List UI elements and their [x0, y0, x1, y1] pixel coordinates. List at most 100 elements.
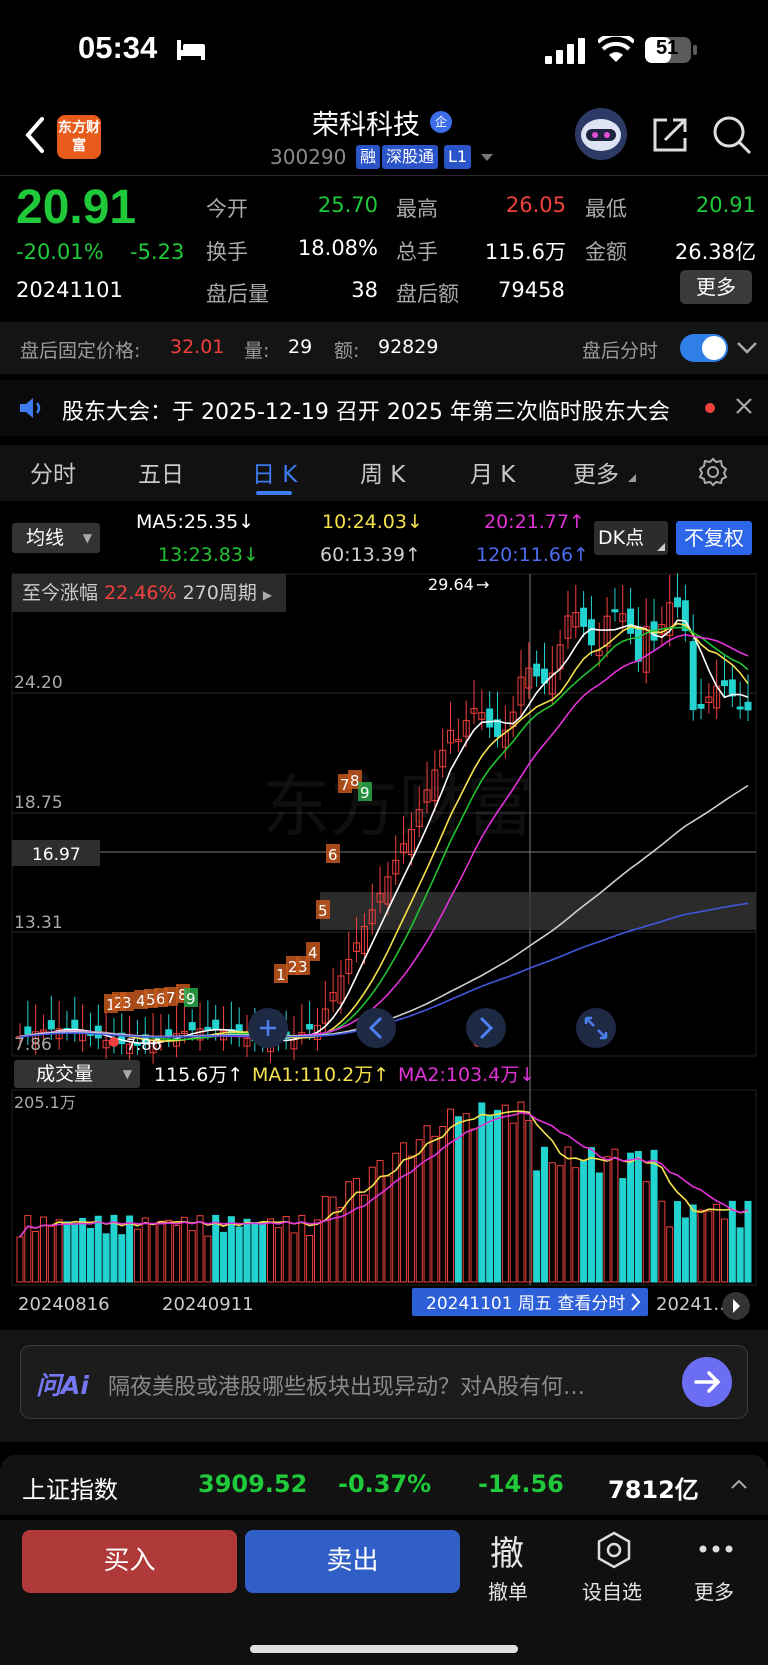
candle-body — [674, 597, 682, 608]
ma120-value: 120:11.66↑ — [476, 544, 589, 566]
candle-body — [533, 663, 541, 677]
gear-icon[interactable] — [698, 457, 728, 487]
expand-icon[interactable] — [576, 1008, 616, 1048]
volume-bar — [118, 1234, 126, 1283]
candle-body — [212, 1019, 220, 1031]
chevron-down-icon[interactable] — [736, 340, 758, 356]
ai-prompt-text[interactable]: 隔夜美股或港股哪些板块出现异动？对A股有何… — [108, 1369, 668, 1401]
volume-bar — [572, 1167, 580, 1283]
wifi-icon — [598, 36, 634, 62]
select-arrow-icon: ▼ — [82, 531, 92, 545]
ai-send-button[interactable] — [682, 1357, 732, 1407]
volume-bar — [556, 1165, 564, 1283]
volume-bar — [705, 1210, 713, 1283]
candle-body — [306, 1023, 314, 1030]
volume-bar — [79, 1217, 87, 1283]
arrow-right-icon — [694, 1371, 721, 1393]
watchlist-icon[interactable] — [594, 1530, 634, 1570]
volume-bar — [674, 1201, 682, 1283]
tab-five-day[interactable]: 五日 — [138, 455, 184, 489]
notice-text[interactable]: 股东大会：于 2025-12-19 召开 2025 年第三次临时股东大会 — [62, 394, 670, 426]
cancel-order-icon[interactable]: 撤 — [490, 1526, 524, 1575]
volume-bar — [243, 1218, 251, 1283]
more-quote-button[interactable]: 更多 — [680, 270, 752, 304]
index-amount: 7812亿 — [608, 1476, 699, 1504]
index-value: 3909.52 — [198, 1470, 308, 1498]
volume-bar — [71, 1223, 79, 1283]
volume-bar — [266, 1218, 274, 1283]
no-adjust-button[interactable]: 不复权 — [676, 521, 752, 555]
volume-bar — [384, 1175, 392, 1283]
y-label-2: 18.75 — [14, 793, 63, 813]
td-marker: 9 — [184, 988, 198, 1008]
candle-body — [697, 703, 705, 709]
candle-body — [204, 1026, 212, 1030]
volume-bar — [580, 1160, 588, 1283]
tab-daily-k[interactable]: 日 K — [252, 455, 297, 489]
battery-icon: 51 — [644, 36, 700, 64]
chevron-up-icon[interactable] — [730, 1478, 748, 1490]
sell-button[interactable]: 卖出 — [245, 1530, 460, 1593]
y-label-top: 24.20 — [14, 673, 63, 693]
tab-more[interactable]: 更多 — [573, 455, 619, 489]
search-icon[interactable] — [712, 115, 752, 155]
watermark: 东方财富 — [262, 768, 534, 847]
td-number: 3 — [122, 994, 132, 1012]
volume-bar — [681, 1217, 689, 1283]
volume-bar — [415, 1139, 423, 1283]
volume-bar — [744, 1200, 752, 1283]
volume-bar — [313, 1219, 321, 1283]
after-amt-value: 92829 — [378, 336, 439, 358]
dropdown-icon[interactable] — [480, 153, 494, 162]
tag-level: L1 — [444, 145, 472, 169]
ma20-value: 20:21.77↑ — [484, 511, 585, 533]
volume-select-label: 成交量 — [36, 1063, 94, 1085]
quote-date: 20241101 — [16, 278, 123, 302]
volume-bar — [431, 1135, 439, 1283]
dk-point-button[interactable]: DK点 — [594, 521, 668, 555]
cancel-order-label[interactable]: 撤单 — [488, 1576, 528, 1605]
since-gain-period: 270周期 — [182, 582, 257, 604]
volume-bar — [274, 1227, 282, 1283]
candle-body — [47, 1020, 55, 1030]
share-icon[interactable] — [651, 116, 689, 154]
close-icon[interactable] — [735, 397, 753, 415]
volume-bar — [126, 1215, 134, 1283]
candle-body — [580, 607, 588, 627]
volume-bar — [721, 1218, 729, 1283]
volume-bar — [595, 1172, 603, 1283]
volume-bar — [501, 1104, 509, 1283]
tab-intraday[interactable]: 分时 — [30, 455, 76, 489]
ma13-value: 13:23.83↓ — [158, 544, 259, 566]
tab-monthly-k[interactable]: 月 K — [470, 455, 515, 489]
volume-bar — [63, 1221, 71, 1283]
volume-bar — [728, 1200, 736, 1283]
index-change: -14.56 — [478, 1470, 564, 1498]
volume-bar — [251, 1222, 259, 1283]
ai-assistant-icon[interactable] — [574, 107, 628, 161]
back-arrow-icon[interactable] — [22, 115, 48, 155]
tab-weekly-k[interactable]: 周 K — [360, 455, 405, 489]
nav-prev-button[interactable] — [356, 1008, 396, 1048]
indicator-select[interactable]: 均线 ▼ — [12, 523, 100, 553]
volume-bar — [290, 1232, 298, 1283]
volume-indicator-select[interactable]: 成交量 ▼ — [14, 1060, 140, 1088]
volume-label: 总手 — [396, 240, 438, 264]
buy-button[interactable]: 买入 — [22, 1530, 237, 1593]
enterprise-badge: 企 — [430, 111, 452, 133]
zoom-handle[interactable] — [248, 1008, 288, 1048]
high-marker: 29.64 — [428, 575, 474, 594]
more-label[interactable]: 更多 — [694, 1576, 734, 1605]
volume-bar — [235, 1226, 243, 1283]
td-marker: 5 — [316, 900, 330, 920]
volume-bar — [564, 1146, 572, 1283]
kline-chart[interactable]: 东方财富 123 4 5 6 7 891 2 34567 89 24.20 18.75 13.3… — [0, 570, 768, 1320]
more-icon[interactable] — [698, 1544, 734, 1554]
since-gain-box[interactable]: 至今涨幅 22.46% 270周期 ▶ — [12, 574, 286, 612]
volume-bar — [650, 1149, 658, 1283]
nav-next-button[interactable] — [466, 1008, 506, 1048]
watchlist-label[interactable]: 设自选 — [582, 1576, 642, 1605]
speaker-icon — [20, 398, 41, 418]
volume-bars — [16, 1101, 752, 1283]
low-label: 最低 — [585, 197, 627, 221]
